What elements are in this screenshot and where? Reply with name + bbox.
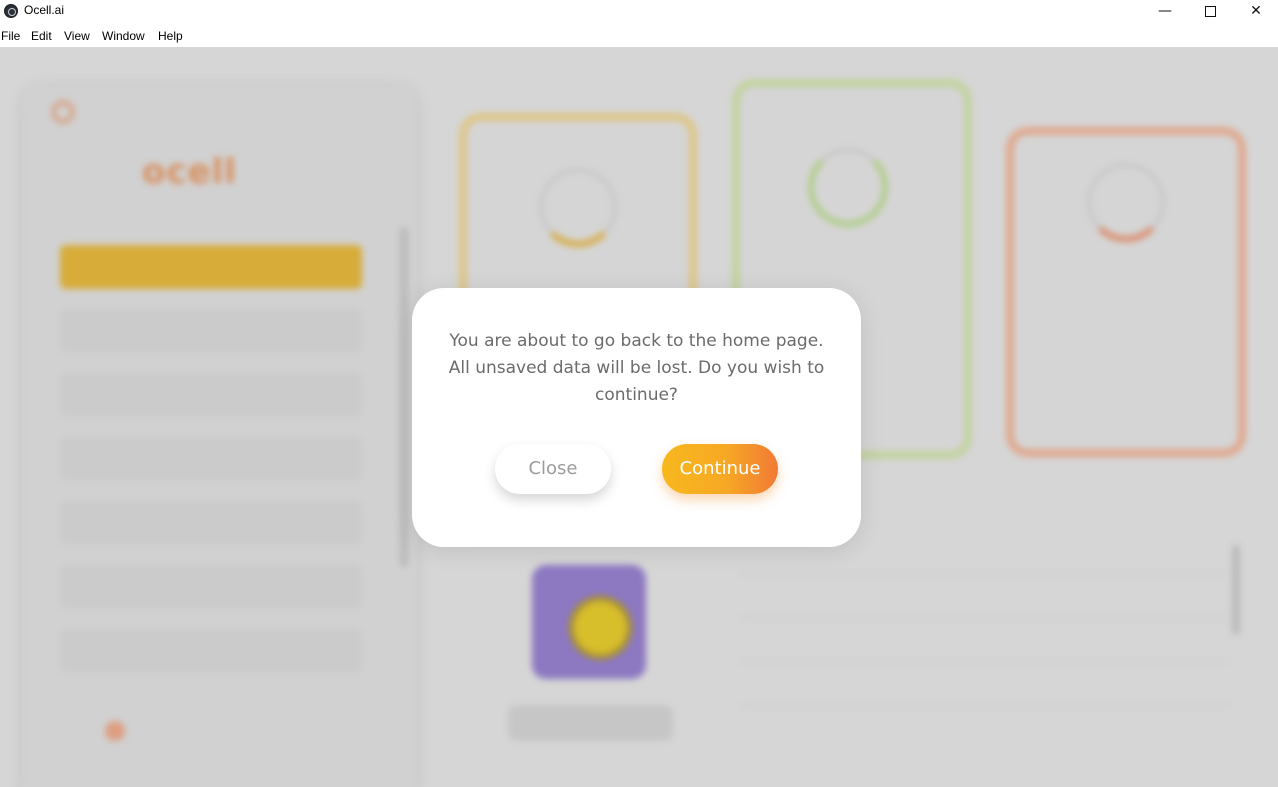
close-window-button[interactable]: ✕ xyxy=(1233,0,1278,24)
close-button[interactable]: Close xyxy=(495,444,611,494)
title-bar: Ocell.ai — ✕ xyxy=(0,0,1278,24)
menu-bar: File Edit View Window Help xyxy=(0,27,1278,47)
maximize-button[interactable] xyxy=(1187,0,1233,24)
menu-window[interactable]: Window xyxy=(102,29,145,43)
menu-edit[interactable]: Edit xyxy=(31,29,52,43)
confirm-dialog: You are about to go back to the home pag… xyxy=(412,288,861,547)
minimize-icon: — xyxy=(1158,3,1172,19)
menu-help[interactable]: Help xyxy=(158,29,183,43)
window-title: Ocell.ai xyxy=(24,3,65,17)
menu-view[interactable]: View xyxy=(64,29,90,43)
close-icon: ✕ xyxy=(1250,3,1262,19)
dialog-message: You are about to go back to the home pag… xyxy=(448,331,825,405)
minimize-button[interactable]: — xyxy=(1142,0,1188,24)
app-logo-icon xyxy=(4,4,18,18)
maximize-icon xyxy=(1204,6,1216,17)
menu-file[interactable]: File xyxy=(1,29,20,43)
continue-button[interactable]: Continue xyxy=(662,444,778,494)
